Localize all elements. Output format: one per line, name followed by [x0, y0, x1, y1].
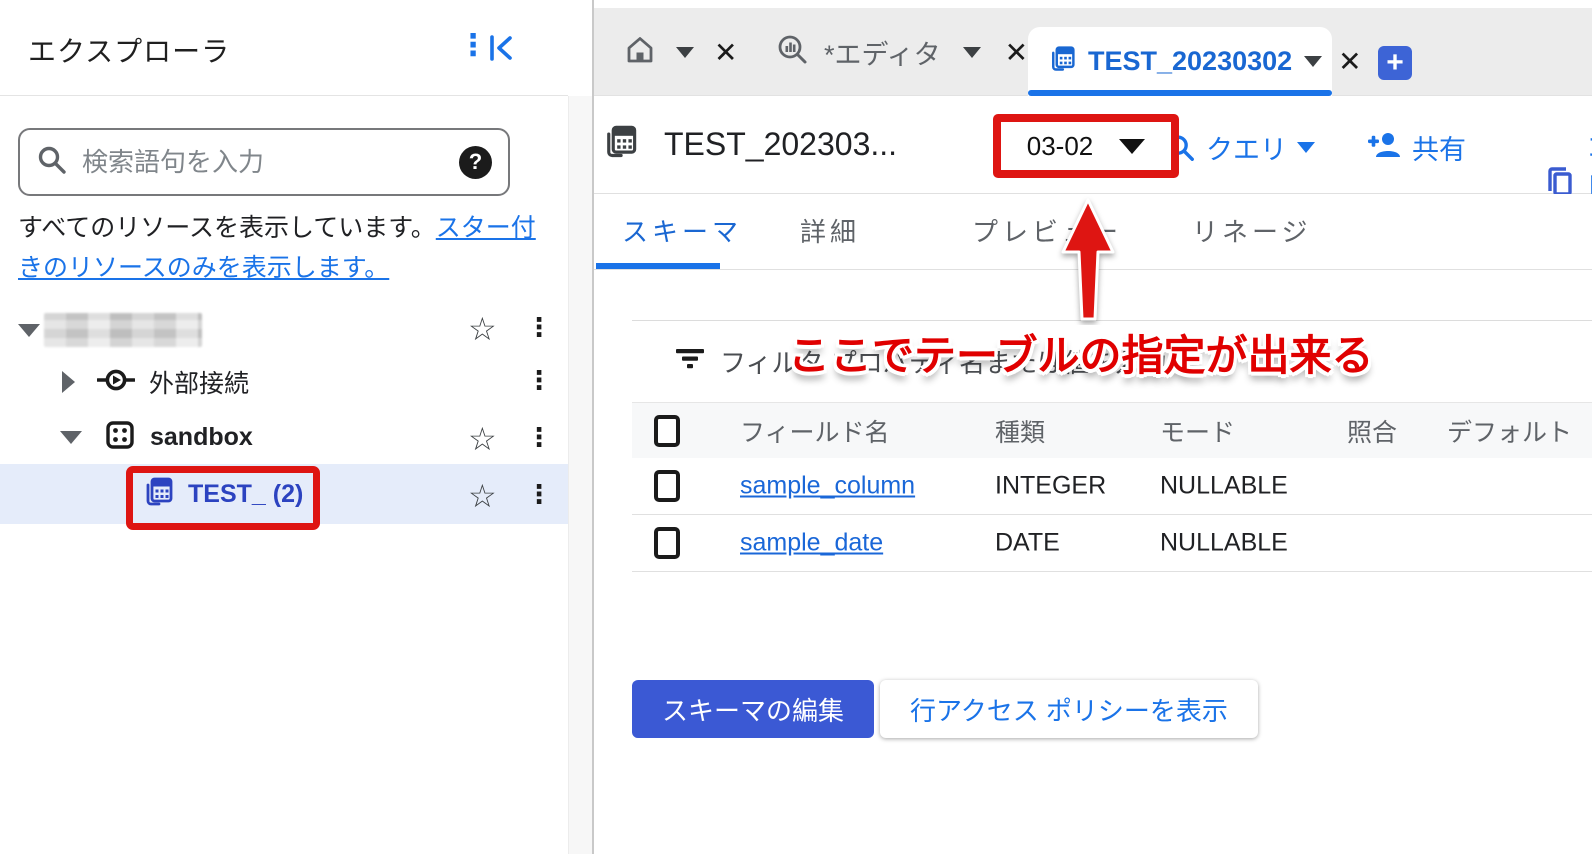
tree-row-dataset-sandbox[interactable]: sandbox ☆ ⋮ — [0, 412, 568, 462]
resources-note: すべてのリソースを表示しています。スター付きのリソースのみを表示します。 — [18, 208, 554, 288]
active-tab-label: TEST_20230302 — [1088, 46, 1292, 77]
query-editor-icon — [776, 33, 810, 72]
tree-row-external-connections[interactable]: 外部接続 ⋮ — [0, 357, 568, 407]
more-actions-icon[interactable]: ⋮ — [526, 422, 552, 453]
collapse-panel-icon[interactable] — [486, 32, 518, 69]
table-row: sample_date DATE NULLABLE — [632, 515, 1592, 572]
tree-label-dataset: sandbox — [150, 423, 253, 452]
header-field-name: フィールド名 — [740, 413, 890, 449]
query-label: クエリ — [1206, 128, 1287, 167]
share-label: 共有 — [1412, 128, 1466, 167]
external-connection-icon — [97, 365, 135, 400]
partition-selector[interactable]: 03-02 — [993, 114, 1179, 178]
editor-tab-label: *エディタ — [824, 33, 941, 72]
table-row: sample_column INTEGER NULLABLE — [632, 458, 1592, 515]
workspace-tabbar: ✕ *エディタ ✕ — [594, 8, 1592, 96]
chevron-down-icon — [1297, 142, 1315, 153]
sidebar-scrollbar[interactable] — [568, 96, 592, 854]
header-type: 種類 — [995, 413, 1045, 449]
field-name-link[interactable]: sample_column — [740, 472, 915, 501]
row-checkbox[interactable] — [654, 527, 680, 559]
filter-icon — [674, 346, 706, 377]
header-collation: 照合 — [1347, 413, 1397, 449]
project-name-redacted — [44, 313, 202, 347]
row-checkbox[interactable] — [654, 470, 680, 502]
star-icon[interactable]: ☆ — [468, 310, 497, 348]
query-button[interactable]: クエリ — [1166, 128, 1315, 167]
expand-right-icon[interactable] — [62, 371, 75, 393]
project-expand-icon[interactable] — [18, 324, 40, 337]
active-tab-underline — [596, 263, 720, 269]
star-icon[interactable]: ☆ — [468, 477, 497, 515]
add-tab-button[interactable]: + — [1378, 46, 1412, 80]
home-icon — [624, 34, 656, 71]
star-icon[interactable]: ☆ — [468, 420, 497, 458]
field-mode: NULLABLE — [1160, 529, 1288, 558]
explorer-header: エクスプローラ ⋮ — [0, 0, 568, 96]
tab-details[interactable]: 詳細 — [800, 212, 860, 249]
edit-schema-button[interactable]: スキーマの編集 — [632, 680, 874, 738]
tab-editor[interactable]: *エディタ ✕ — [776, 28, 1028, 76]
explorer-sidebar: エクスプローラ ⋮ ? すべてのリソースを表示しています。スター付きのリソースの… — [0, 0, 568, 854]
tab-table-active[interactable]: TEST_20230302 ✕ — [1028, 27, 1332, 96]
tab-lineage[interactable]: リネージ — [1192, 212, 1311, 249]
help-icon[interactable]: ? — [459, 146, 492, 179]
field-name-link[interactable]: sample_date — [740, 529, 883, 558]
share-button[interactable]: 共有 — [1366, 128, 1466, 167]
header-mode: モード — [1160, 413, 1235, 449]
sidebar-header-divider — [0, 95, 568, 96]
schema-table-header: フィールド名 種類 モード 照合 デフォルト — [632, 402, 1592, 458]
dataset-expand-icon[interactable] — [60, 431, 82, 444]
tree-label-external-connections: 外部接続 — [149, 364, 249, 400]
explorer-menu-icon[interactable]: ⋮ — [458, 26, 488, 66]
tree-row-project[interactable]: ☆ ⋮ — [0, 308, 568, 352]
annotation-text: ここでテーブルの指定が出来る — [788, 322, 1373, 383]
tab-home[interactable]: ✕ — [624, 28, 737, 76]
bigquery-table-icon — [1048, 45, 1076, 78]
search-icon — [36, 144, 68, 181]
bigquery-table-icon — [602, 124, 638, 165]
search-input[interactable] — [82, 147, 459, 178]
field-type: INTEGER — [995, 472, 1106, 501]
resource-search-box: ? — [18, 128, 510, 196]
chevron-down-icon[interactable] — [1304, 56, 1322, 67]
more-actions-icon[interactable]: ⋮ — [526, 312, 552, 343]
chevron-down-icon — [1119, 139, 1145, 154]
more-actions-icon[interactable]: ⋮ — [526, 365, 552, 396]
close-icon[interactable]: ✕ — [1005, 36, 1028, 69]
person-add-icon — [1366, 130, 1402, 165]
close-icon[interactable]: ✕ — [1338, 45, 1361, 78]
select-all-checkbox[interactable] — [654, 415, 680, 447]
field-mode: NULLABLE — [1160, 472, 1288, 501]
partition-value: 03-02 — [1027, 131, 1094, 162]
tab-schema[interactable]: スキーマ — [622, 212, 742, 249]
annotation-box-table-node — [126, 466, 320, 530]
explorer-title: エクスプローラ — [28, 30, 230, 70]
chevron-down-icon[interactable] — [676, 47, 694, 58]
header-default: デフォルト — [1447, 413, 1572, 449]
table-title: TEST_202303... — [664, 126, 897, 163]
resources-note-text: すべてのリソースを表示しています。 — [18, 214, 436, 242]
chevron-down-icon[interactable] — [963, 47, 981, 58]
annotation-arrow — [1050, 195, 1130, 330]
field-type: DATE — [995, 529, 1060, 558]
close-icon[interactable]: ✕ — [714, 36, 737, 69]
more-actions-icon[interactable]: ⋮ — [526, 479, 552, 510]
row-access-policy-button[interactable]: 行アクセス ポリシーを表示 — [880, 680, 1258, 738]
dataset-icon — [104, 419, 136, 456]
